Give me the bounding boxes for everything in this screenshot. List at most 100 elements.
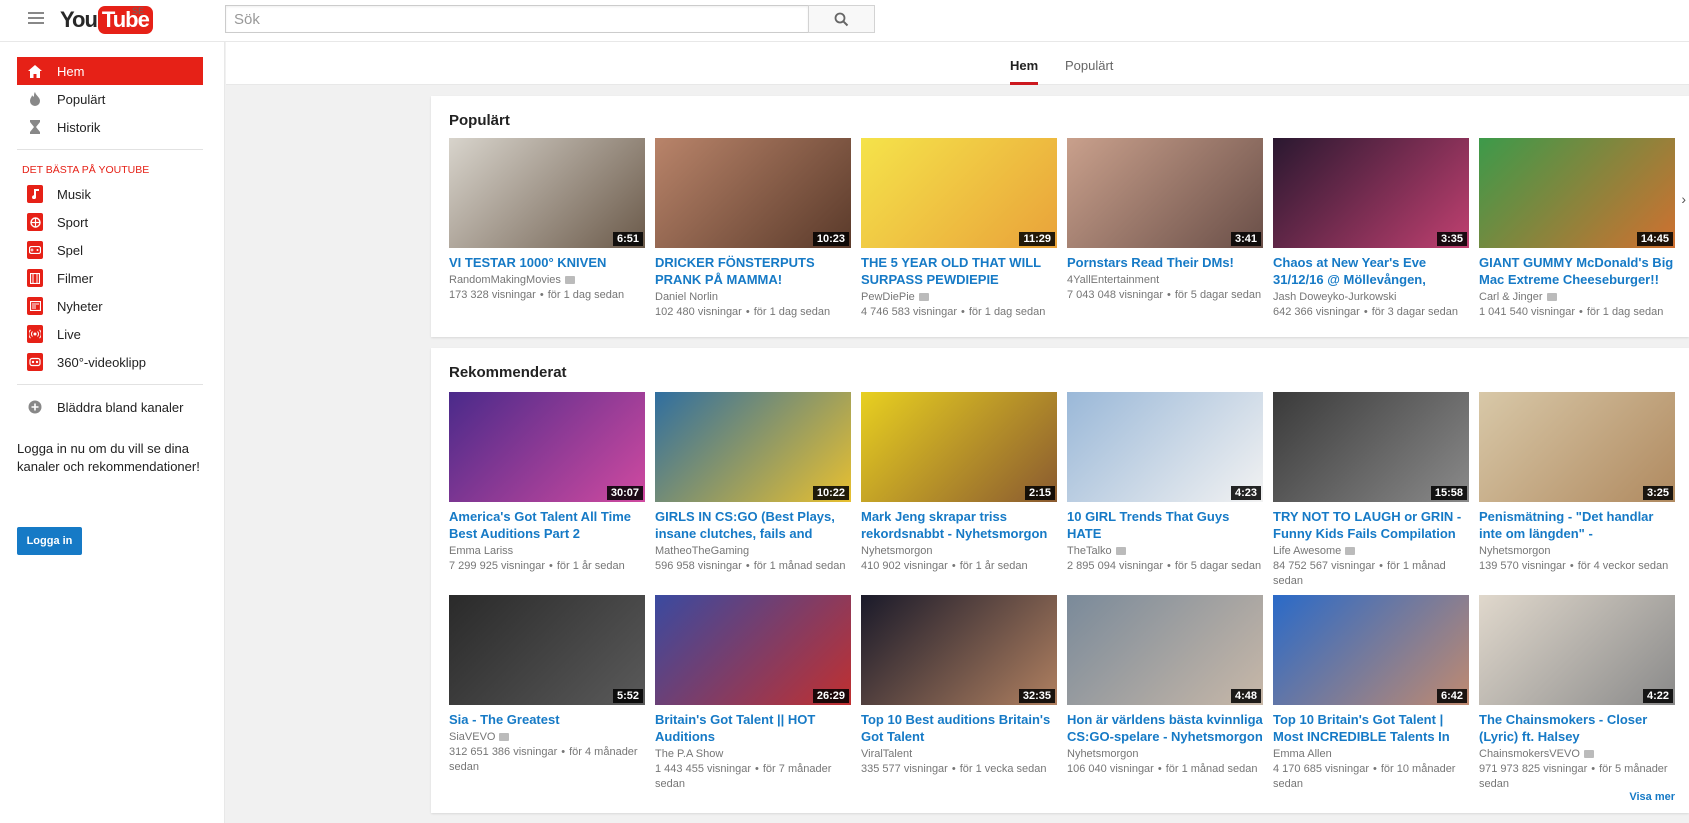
video-title[interactable]: Top 10 Britain's Got Talent | Most INCRE… — [1273, 711, 1469, 745]
show-more-link[interactable]: Visa mer — [1629, 791, 1675, 803]
video-channel[interactable]: Nyhetsmorgon — [861, 545, 933, 557]
tab-home[interactable]: Hem — [1010, 58, 1039, 85]
video-title[interactable]: THE 5 YEAR OLD THAT WILL SURPASS PEWDIEP… — [861, 254, 1057, 288]
sidebar-item-games[interactable]: Spel — [17, 236, 203, 264]
video-thumbnail[interactable]: 3:41 — [1067, 138, 1263, 248]
video-tile[interactable]: 32:35 Top 10 Best auditions Britain's Got… — [861, 595, 1057, 777]
vr360-icon — [27, 353, 43, 371]
video-thumbnail[interactable]: 4:48 — [1067, 595, 1263, 705]
video-title[interactable]: DRICKER FÖNSTERPUTS PRANK PÅ MAMMA! — [655, 254, 851, 288]
video-channel[interactable]: ChainsmokersVEVO — [1479, 748, 1580, 760]
video-channel[interactable]: PewDiePie — [861, 291, 915, 303]
video-tile[interactable]: 4:22 The Chainsmokers - Closer (Lyric) ft… — [1479, 595, 1675, 792]
video-thumbnail[interactable]: 26:29 — [655, 595, 851, 705]
shelf-title[interactable]: Rekommenderat — [449, 364, 567, 381]
video-title[interactable]: GIRLS IN CS:GO (Best Plays, insane clutc… — [655, 508, 851, 542]
sidebar-item-sport[interactable]: Sport — [17, 208, 203, 236]
video-title[interactable]: Top 10 Best auditions Britain's Got Tale… — [861, 711, 1057, 745]
sidebar-item-popular[interactable]: Populärt — [17, 85, 203, 113]
video-thumbnail[interactable]: 10:22 — [655, 392, 851, 502]
video-tile[interactable]: 30:07 America's Got Talent All Time Best … — [449, 392, 645, 574]
login-button[interactable]: Logga in — [17, 527, 82, 555]
video-tile[interactable]: 5:52 Sia - The Greatest SiaVEVO 312 651 386… — [449, 595, 645, 775]
video-tile[interactable]: 15:58 TRY NOT TO LAUGH or GRIN - Funny Ki… — [1273, 392, 1469, 589]
video-tile[interactable]: 6:42 Top 10 Britain's Got Talent | Most I… — [1273, 595, 1469, 792]
video-thumbnail[interactable]: 3:25 — [1479, 392, 1675, 502]
video-thumbnail[interactable]: 15:58 — [1273, 392, 1469, 502]
video-thumbnail[interactable]: 11:29 — [861, 138, 1057, 248]
video-title[interactable]: Pornstars Read Their DMs! — [1067, 254, 1263, 271]
video-thumbnail[interactable]: 6:51 — [449, 138, 645, 248]
video-channel[interactable]: ViralTalent — [861, 748, 912, 760]
video-thumbnail[interactable]: 4:22 — [1479, 595, 1675, 705]
video-channel[interactable]: Life Awesome — [1273, 545, 1341, 557]
video-thumbnail[interactable]: 30:07 — [449, 392, 645, 502]
video-title[interactable]: Chaos at New Year's Eve 31/12/16 @ Mölle… — [1273, 254, 1469, 288]
video-thumbnail[interactable]: 10:23 — [655, 138, 851, 248]
video-channel[interactable]: TheTalko — [1067, 545, 1112, 557]
video-thumbnail[interactable]: 14:45 — [1479, 138, 1675, 248]
video-tile[interactable]: 3:41 Pornstars Read Their DMs! 4YallEntert… — [1067, 138, 1263, 303]
video-tile[interactable]: 26:29 Britain's Got Talent || HOT Auditio… — [655, 595, 851, 792]
sidebar-item-music[interactable]: Musik — [17, 180, 203, 208]
video-channel[interactable]: Daniel Norlin — [655, 291, 718, 303]
video-tile[interactable]: 4:48 Hon är världens bästa kvinnliga CS:G… — [1067, 595, 1263, 777]
video-tile[interactable]: 11:29 THE 5 YEAR OLD THAT WILL SURPASS PE… — [861, 138, 1057, 320]
chevron-right-icon[interactable]: › — [1681, 191, 1686, 207]
sidebar-item-news[interactable]: Nyheter — [17, 292, 203, 320]
video-tile[interactable]: 4:23 10 GIRL Trends That Guys HATE TheTalk… — [1067, 392, 1263, 574]
video-duration: 5:52 — [612, 689, 643, 703]
video-tile[interactable]: 10:22 GIRLS IN CS:GO (Best Plays, insane … — [655, 392, 851, 574]
sidebar-item-films[interactable]: Filmer — [17, 264, 203, 292]
video-channel[interactable]: Emma Lariss — [449, 545, 513, 557]
separator-dot: • — [549, 560, 553, 572]
search-input[interactable] — [225, 5, 809, 33]
sidebar-item-history[interactable]: Historik — [17, 113, 203, 141]
sidebar-item-live[interactable]: Live — [17, 320, 203, 348]
video-age: för 4 veckor sedan — [1577, 560, 1669, 572]
video-thumbnail[interactable]: 6:42 — [1273, 595, 1469, 705]
video-channel[interactable]: Emma Allen — [1273, 748, 1332, 760]
video-thumbnail[interactable]: 32:35 — [861, 595, 1057, 705]
video-title[interactable]: GIANT GUMMY McDonald's Big Mac Extreme C… — [1479, 254, 1675, 288]
video-tile[interactable]: 3:35 Chaos at New Year's Eve 31/12/16 @ M… — [1273, 138, 1469, 320]
video-title[interactable]: Penismätning - "Det handlar inte om läng… — [1479, 508, 1675, 542]
video-channel[interactable]: 4YallEntertainment — [1067, 274, 1159, 286]
video-title[interactable]: TRY NOT TO LAUGH or GRIN - Funny Kids Fa… — [1273, 508, 1469, 542]
video-channel[interactable]: Nyhetsmorgon — [1067, 748, 1139, 760]
video-title[interactable]: Hon är världens bästa kvinnliga CS:GO-sp… — [1067, 711, 1263, 745]
sidebar-item-browse-channels[interactable]: Bläddra bland kanaler — [17, 393, 203, 421]
video-thumbnail[interactable]: 3:35 — [1273, 138, 1469, 248]
video-title[interactable]: Britain's Got Talent || HOT Auditions — [655, 711, 851, 745]
video-channel[interactable]: RandomMakingMovies — [449, 274, 561, 286]
video-tile[interactable]: 10:23 DRICKER FÖNSTERPUTS PRANK PÅ MAMMA!… — [655, 138, 851, 320]
video-thumbnail[interactable]: 2:15 — [861, 392, 1057, 502]
shelf-title[interactable]: Populärt — [449, 112, 510, 129]
video-channel[interactable]: Carl & Jinger — [1479, 291, 1543, 303]
video-channel[interactable]: Jash Doweyko-Jurkowski — [1273, 291, 1396, 303]
video-tile[interactable]: 2:15 Mark Jeng skrapar triss rekordsnabbt… — [861, 392, 1057, 574]
video-title[interactable]: Mark Jeng skrapar triss rekordsnabbt - N… — [861, 508, 1057, 542]
separator-dot: • — [951, 560, 956, 572]
video-channel[interactable]: SiaVEVO — [449, 731, 495, 743]
flame-icon — [27, 91, 43, 107]
video-tile[interactable]: 6:51 VI TESTAR 1000° KNIVEN RandomMakingMo… — [449, 138, 645, 303]
video-channel[interactable]: MatheoTheGaming — [655, 545, 749, 557]
video-title[interactable]: VI TESTAR 1000° KNIVEN — [449, 254, 645, 271]
video-title[interactable]: 10 GIRL Trends That Guys HATE — [1067, 508, 1263, 542]
video-thumbnail[interactable]: 5:52 — [449, 595, 645, 705]
video-channel[interactable]: The P.A Show — [655, 748, 723, 760]
sidebar-item-hem[interactable]: Hem — [17, 57, 203, 85]
youtube-logo[interactable]: You Tube SE — [60, 4, 153, 36]
video-thumbnail[interactable]: 4:23 — [1067, 392, 1263, 502]
search-button[interactable] — [808, 5, 875, 33]
video-tile[interactable]: 3:25 Penismätning - "Det handlar inte om … — [1479, 392, 1675, 574]
sidebar-item-360-videos[interactable]: 360°-videoklipp — [17, 348, 203, 376]
tab-popular[interactable]: Populärt — [1065, 58, 1113, 85]
video-title[interactable]: Sia - The Greatest — [449, 711, 645, 728]
video-title[interactable]: The Chainsmokers - Closer (Lyric) ft. Ha… — [1479, 711, 1675, 745]
video-tile[interactable]: 14:45 GIANT GUMMY McDonald's Big Mac Extr… — [1479, 138, 1675, 320]
menu-icon[interactable] — [28, 12, 44, 26]
video-channel[interactable]: Nyhetsmorgon — [1479, 545, 1551, 557]
video-title[interactable]: America's Got Talent All Time Best Audit… — [449, 508, 645, 542]
